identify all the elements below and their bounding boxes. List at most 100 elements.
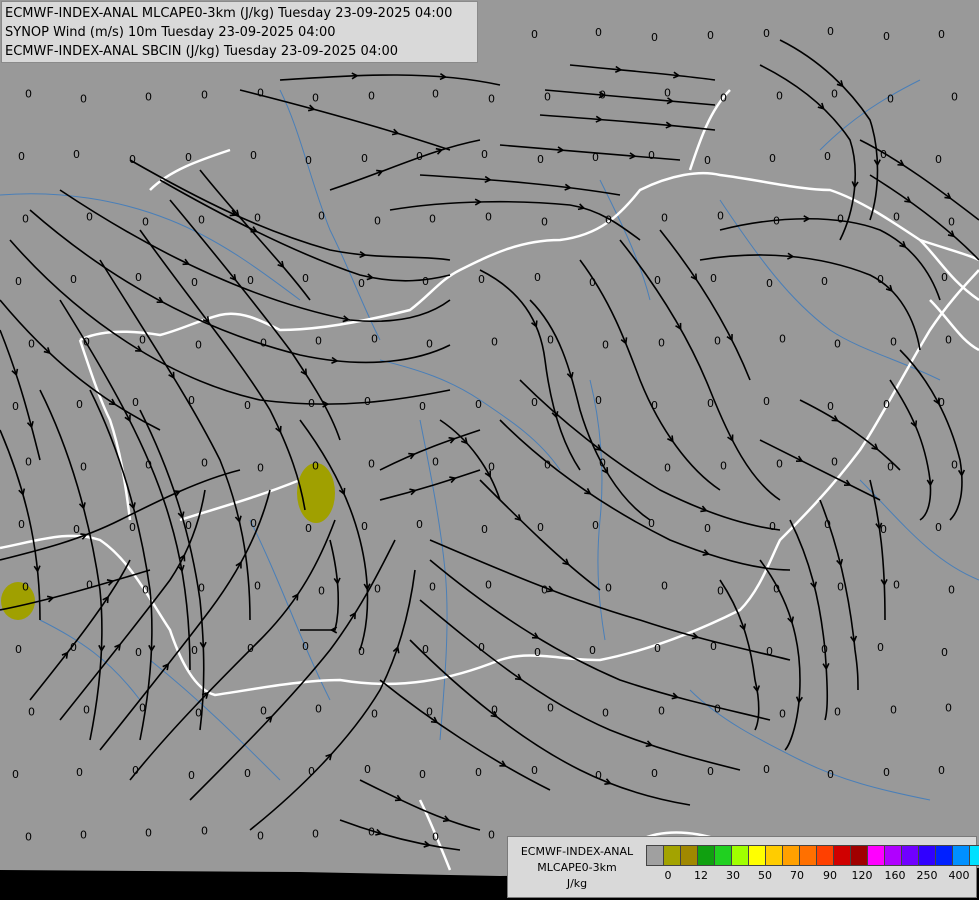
legend-swatch	[698, 846, 715, 865]
sbcin-value: 0	[948, 216, 955, 229]
sbcin-value: 0	[834, 706, 841, 719]
sbcin-value: 0	[312, 460, 319, 473]
sbcin-value: 0	[488, 829, 495, 842]
sbcin-value: 0	[779, 708, 786, 721]
sbcin-value: 0	[250, 517, 257, 530]
sbcin-value: 0	[18, 150, 25, 163]
legend-swatch	[817, 846, 834, 865]
sbcin-value: 0	[834, 338, 841, 351]
sbcin-value: 0	[364, 763, 371, 776]
sbcin-value: 0	[658, 337, 665, 350]
sbcin-value: 0	[664, 462, 671, 475]
sbcin-value: 0	[247, 274, 254, 287]
sbcin-value: 0	[22, 581, 29, 594]
sbcin-value: 0	[654, 642, 661, 655]
sbcin-value: 0	[714, 335, 721, 348]
sbcin-value: 0	[605, 582, 612, 595]
sbcin-value: 0	[827, 400, 834, 413]
sbcin-value: 0	[25, 831, 32, 844]
weather-map: 0 0 0 0 0 0 0 0 0 0 0 0 0 0 0 0 0 0 0 0 0 0 0 0 0 0 0 0 0 0 0 0 0 0 0 0 0 0 0 0…	[0, 0, 979, 900]
map-background	[0, 0, 979, 900]
legend-swatch	[970, 846, 979, 865]
sbcin-value: 0	[769, 520, 776, 533]
sbcin-value: 0	[22, 213, 29, 226]
sbcin-value: 0	[76, 398, 83, 411]
sbcin-value: 0	[429, 213, 436, 226]
sbcin-value: 0	[416, 518, 423, 531]
sbcin-value: 0	[883, 30, 890, 43]
sbcin-value: 0	[305, 522, 312, 535]
sbcin-value: 0	[824, 150, 831, 163]
legend-swatch	[749, 846, 766, 865]
sbcin-value: 0	[12, 400, 19, 413]
sbcin-value: 0	[890, 336, 897, 349]
sbcin-value: 0	[831, 88, 838, 101]
sbcin-value: 0	[707, 29, 714, 42]
sbcin-value: 0	[537, 521, 544, 534]
sbcin-value: 0	[139, 334, 146, 347]
sbcin-value: 0	[188, 394, 195, 407]
sbcin-value: 0	[257, 87, 264, 100]
sbcin-value: 0	[837, 213, 844, 226]
sbcin-value: 0	[25, 88, 32, 101]
sbcin-value: 0	[654, 274, 661, 287]
sbcin-value: 0	[419, 400, 426, 413]
sbcin-value: 0	[28, 338, 35, 351]
sbcin-value: 0	[877, 641, 884, 654]
sbcin-value: 0	[720, 460, 727, 473]
legend-swatch	[800, 846, 817, 865]
legend-title-parameter: MLCAPE0-3km	[537, 861, 617, 874]
sbcin-value: 0	[720, 92, 727, 105]
sbcin-value: 0	[244, 399, 251, 412]
sbcin-value: 0	[664, 87, 671, 100]
legend-unit: J/kg	[566, 877, 588, 890]
sbcin-value: 0	[547, 334, 554, 347]
sbcin-value: 0	[368, 90, 375, 103]
sbcin-value: 0	[201, 825, 208, 838]
sbcin-value: 0	[244, 767, 251, 780]
legend-swatch	[936, 846, 953, 865]
sbcin-value: 0	[595, 394, 602, 407]
legend-swatch	[885, 846, 902, 865]
header-line-cin: ECMWF-INDEX-ANAL SBCIN (J/kg) Tuesday 23…	[5, 44, 399, 59]
sbcin-value: 0	[257, 830, 264, 843]
sbcin-value: 0	[76, 766, 83, 779]
sbcin-value: 0	[948, 584, 955, 597]
sbcin-value: 0	[661, 580, 668, 593]
legend-swatch	[783, 846, 800, 865]
sbcin-value: 0	[707, 765, 714, 778]
sbcin-value: 0	[717, 585, 724, 598]
legend-tick: 12	[694, 869, 708, 882]
sbcin-value: 0	[70, 273, 77, 286]
legend-tick: 50	[758, 869, 772, 882]
sbcin-value: 0	[12, 768, 19, 781]
sbcin-value: 0	[318, 210, 325, 223]
sbcin-value: 0	[661, 212, 668, 225]
sbcin-value: 0	[541, 216, 548, 229]
sbcin-value: 0	[80, 93, 87, 106]
sbcin-value: 0	[541, 584, 548, 597]
sbcin-value: 0	[827, 768, 834, 781]
sbcin-value: 0	[488, 93, 495, 106]
sbcin-value: 0	[15, 275, 22, 288]
sbcin-value: 0	[478, 273, 485, 286]
sbcin-value: 0	[704, 154, 711, 167]
sbcin-value: 0	[883, 766, 890, 779]
sbcin-value: 0	[371, 708, 378, 721]
sbcin-value: 0	[135, 646, 142, 659]
sbcin-value: 0	[432, 831, 439, 844]
sbcin-value: 0	[302, 640, 309, 653]
sbcin-value: 0	[837, 581, 844, 594]
sbcin-value: 0	[945, 334, 952, 347]
sbcin-value: 0	[86, 579, 93, 592]
sbcin-value: 0	[201, 457, 208, 470]
sbcin-value: 0	[315, 335, 322, 348]
sbcin-value: 0	[485, 211, 492, 224]
sbcin-value: 0	[951, 459, 958, 472]
sbcin-value: 0	[651, 31, 658, 44]
sbcin-value: 0	[893, 579, 900, 592]
sbcin-value: 0	[80, 461, 87, 474]
sbcin-value: 0	[422, 275, 429, 288]
sbcin-value: 0	[368, 458, 375, 471]
sbcin-value: 0	[537, 153, 544, 166]
